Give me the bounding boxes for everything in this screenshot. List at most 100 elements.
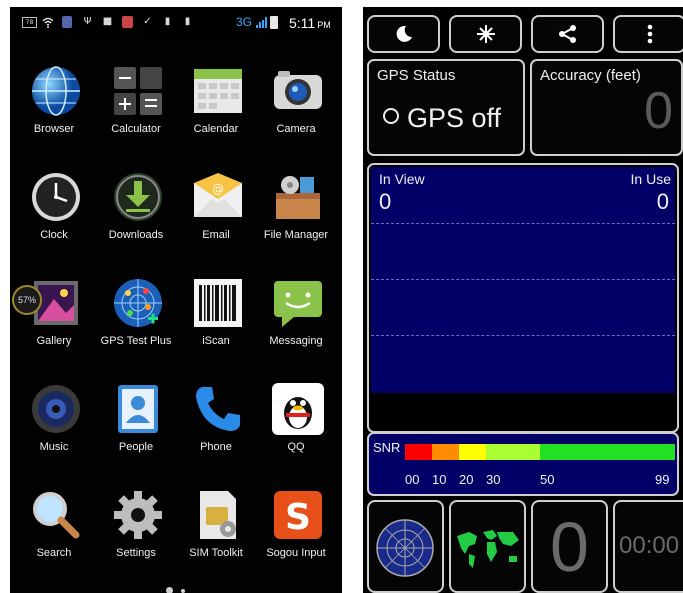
snr-segment-yellow xyxy=(459,444,486,460)
clock-time: 5:11 PM xyxy=(289,15,331,31)
app-label: People xyxy=(118,441,154,453)
grid-line xyxy=(371,279,675,280)
share-button[interactable] xyxy=(531,15,604,53)
app-sogou-input[interactable]: S Sogou Input xyxy=(256,489,336,589)
globe-icon xyxy=(32,66,80,116)
check-icon: ✓ xyxy=(143,16,152,27)
app-qq[interactable]: QQ xyxy=(256,383,336,483)
app-people[interactable]: People xyxy=(96,383,176,483)
satellite-button[interactable] xyxy=(449,15,522,53)
satellite-count-button[interactable]: 0 xyxy=(531,500,608,593)
radio-circle-icon xyxy=(383,108,399,124)
gps-status-value: GPS off xyxy=(383,103,501,134)
memory-usage-badge[interactable]: 57% xyxy=(12,285,42,315)
snr-segment-lime xyxy=(486,444,540,460)
app-phone[interactable]: Phone xyxy=(176,383,256,483)
page-dot-active xyxy=(166,587,173,593)
svg-text:S: S xyxy=(285,497,311,538)
notification-icon: 78 xyxy=(22,17,37,28)
page-dot xyxy=(181,589,185,593)
app-messaging[interactable]: Messaging xyxy=(256,277,336,377)
app-iscan[interactable]: iScan xyxy=(176,277,256,377)
night-mode-button[interactable] xyxy=(367,15,440,53)
accuracy-title: Accuracy (feet) xyxy=(540,67,641,84)
gps-test-screen: GPS Status GPS off Accuracy (feet) 0 In … xyxy=(363,7,683,593)
app-calendar[interactable]: Calendar xyxy=(176,65,256,165)
penguin-icon xyxy=(272,383,324,435)
overflow-menu-button[interactable] xyxy=(613,15,683,53)
page-indicator xyxy=(160,587,200,593)
app-camera[interactable]: Camera xyxy=(256,65,336,165)
download-status-icon: ▮ xyxy=(184,16,191,27)
app-label: Downloads xyxy=(108,229,164,241)
message-bubble-icon xyxy=(274,281,322,327)
app-calculator[interactable]: Calculator xyxy=(96,65,176,165)
app-email[interactable]: @ Email xyxy=(176,171,256,271)
world-map-icon xyxy=(457,530,519,568)
app-file-manager[interactable]: File Manager xyxy=(256,171,336,271)
timer-value: 00:00 xyxy=(619,532,680,559)
satellite-signal-panel[interactable]: In View 0 In Use 0 xyxy=(367,163,679,433)
time-text: 5:11 xyxy=(289,15,316,31)
folder-box-icon xyxy=(276,176,320,219)
network-type: 3G xyxy=(236,15,253,29)
app-clock[interactable]: Clock xyxy=(14,171,94,271)
overflow-menu-icon xyxy=(647,24,652,44)
app-settings[interactable]: Settings xyxy=(96,489,176,589)
signal-bars-icon xyxy=(256,17,267,28)
satellite-count: 0 xyxy=(550,508,589,586)
map-view-button[interactable] xyxy=(449,500,526,593)
accuracy-value: 0 xyxy=(644,82,673,140)
ampm-text: PM xyxy=(317,20,331,30)
app-label: Sogou Input xyxy=(266,547,326,559)
star-burst-icon xyxy=(476,25,495,43)
usb-icon: Ψ xyxy=(83,16,92,27)
app-label: Settings xyxy=(116,547,156,559)
app-gps-test-plus[interactable]: GPS Test Plus xyxy=(96,277,176,377)
camera-icon xyxy=(274,71,322,109)
app-search[interactable]: Search xyxy=(14,489,94,589)
in-view-value: 0 xyxy=(379,189,392,214)
snr-segment-orange xyxy=(432,444,459,460)
app-downloads[interactable]: Downloads xyxy=(96,171,176,271)
snr-legend: SNR 00 10 20 30 50 99 xyxy=(367,432,679,496)
gps-status-card[interactable]: GPS Status GPS off xyxy=(367,59,525,156)
accuracy-card[interactable]: Accuracy (feet) 0 xyxy=(530,59,683,156)
barcode-icon xyxy=(194,279,242,327)
app-sim-toolkit[interactable]: SIM Toolkit xyxy=(176,489,256,589)
app-label: Email xyxy=(202,229,230,241)
home-screen: 78 Ψ ■ ✓ ▮ ▮ 3G 5:11 PM Browser Calculato… xyxy=(10,7,342,593)
snr-tick: 99 xyxy=(655,472,670,487)
radar-globe-icon xyxy=(114,279,162,327)
calendar-icon xyxy=(194,69,242,113)
snr-tick: 10 xyxy=(432,472,447,487)
signal-graph-area: In View 0 In Use 0 xyxy=(371,167,675,393)
sky-view-button[interactable] xyxy=(367,500,444,593)
moon-icon xyxy=(396,25,412,42)
share-icon xyxy=(558,25,576,43)
snr-segment-red xyxy=(405,444,432,460)
wifi-icon xyxy=(42,17,53,28)
app-label: QQ xyxy=(287,441,305,453)
magnifier-icon xyxy=(33,492,80,539)
app-browser[interactable]: Browser xyxy=(14,65,94,165)
sd-card-icon: ▮ xyxy=(164,16,171,27)
in-use-label: In Use xyxy=(630,171,671,187)
status-bar: 78 Ψ ■ ✓ ▮ ▮ 3G 5:11 PM xyxy=(10,7,342,37)
speaker-icon xyxy=(32,385,80,433)
app-label: Search xyxy=(36,547,72,559)
timer-button[interactable]: 00:00 xyxy=(613,500,683,593)
in-view-label: In View xyxy=(379,171,425,187)
phone-handset-icon xyxy=(196,387,240,431)
grid-line xyxy=(371,335,675,336)
app-label: GPS Test Plus xyxy=(100,335,172,347)
app-music[interactable]: Music xyxy=(14,383,94,483)
app-label: Gallery xyxy=(36,335,72,347)
sky-radar-icon xyxy=(376,519,434,577)
app-label: Camera xyxy=(276,123,316,135)
sim-card-icon xyxy=(200,491,236,539)
gear-icon xyxy=(114,491,162,539)
sogou-s-icon: S xyxy=(274,491,322,539)
svg-text:@: @ xyxy=(212,182,224,196)
in-use-value: 0 xyxy=(656,189,669,214)
